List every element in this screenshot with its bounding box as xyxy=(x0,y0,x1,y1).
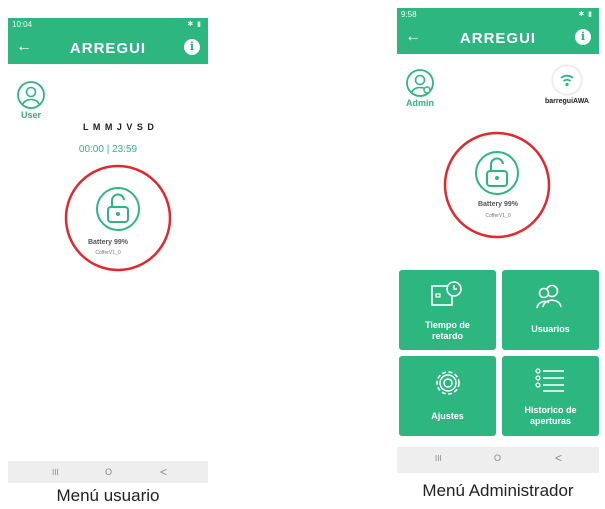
admin-avatar-button[interactable]: Admin xyxy=(400,68,440,108)
user-phone-screen: 10:04 ✱ ▮ ← ARREGUI i User L M M J V S D… xyxy=(8,18,208,483)
user-label: User xyxy=(20,110,41,120)
clock-box-icon xyxy=(431,281,462,306)
app-title: ARREGUI xyxy=(459,30,537,47)
battery-status: Battery 99% xyxy=(477,201,519,208)
tile-label-line1: Usuarios xyxy=(531,324,570,334)
tile-usuarios[interactable]: Usuarios xyxy=(502,270,599,350)
admin-phone-screen: 9:58 ✱ ▮ ← ARREGUI i Admin barreguiAWA B… xyxy=(397,8,599,473)
schedule-time: 00:00 | 23:59 xyxy=(78,144,138,155)
home-button[interactable]: O xyxy=(494,453,501,463)
battery-status: Battery 99% xyxy=(87,239,129,246)
user-caption: Menú usuario xyxy=(56,486,160,505)
user-avatar-icon xyxy=(17,81,45,109)
info-icon[interactable]: i xyxy=(575,29,591,45)
app-bar: ← ARREGUI i xyxy=(8,32,208,64)
wifi-icon xyxy=(553,66,581,94)
admin-caption: Menú Administrador xyxy=(422,481,574,500)
status-bar: 9:58 ✱ ▮ xyxy=(397,8,599,22)
system-back-button[interactable]: < xyxy=(160,465,167,479)
system-nav-bar: III O < xyxy=(397,447,599,473)
tile-historico-de-aperturas[interactable]: Historico de aperturas xyxy=(502,356,599,436)
gear-icon xyxy=(436,371,460,395)
tile-label-line2: retardo xyxy=(431,331,463,341)
tile-label-line1: Historico de xyxy=(524,405,577,415)
status-time: 9:58 xyxy=(401,10,417,19)
tile-label-line1: Tiempo de xyxy=(425,320,470,330)
status-icons: ✱ ▮ xyxy=(187,21,202,28)
unlock-button[interactable] xyxy=(95,186,141,232)
device-id: CofferV1_0 xyxy=(485,213,511,219)
tile-label-line1: Ajustes xyxy=(431,411,464,421)
status-icons: ✱ ▮ xyxy=(578,11,593,18)
users-icon xyxy=(536,284,562,309)
recent-apps-button[interactable]: III xyxy=(52,468,59,477)
status-bar: 10:04 ✱ ▮ xyxy=(8,18,208,32)
tile-ajustes[interactable]: Ajustes xyxy=(399,356,496,436)
list-icon xyxy=(535,368,564,392)
recent-apps-button[interactable]: III xyxy=(435,454,442,463)
wifi-label: barreguiAWA xyxy=(545,98,589,105)
app-bar: ← ARREGUI i xyxy=(397,22,599,54)
app-title: ARREGUI xyxy=(69,40,147,57)
wifi-button[interactable]: barreguiAWA xyxy=(535,66,599,105)
home-button[interactable]: O xyxy=(105,467,112,477)
weekday-labels: L M M J V S D xyxy=(83,122,155,132)
system-nav-bar: III O < xyxy=(8,461,208,483)
tile-label-line2: aperturas xyxy=(529,416,572,426)
admin-label: Admin xyxy=(406,98,434,108)
unlock-button[interactable] xyxy=(474,150,520,196)
system-back-button[interactable]: < xyxy=(555,451,562,465)
info-icon[interactable]: i xyxy=(184,39,200,55)
user-avatar-button[interactable]: User xyxy=(14,80,48,120)
device-id: CofferV1_0 xyxy=(95,250,121,256)
status-time: 10:04 xyxy=(12,20,33,29)
tile-tiempo-de-retardo[interactable]: Tiempo de retardo xyxy=(399,270,496,350)
admin-avatar-icon xyxy=(406,69,434,97)
